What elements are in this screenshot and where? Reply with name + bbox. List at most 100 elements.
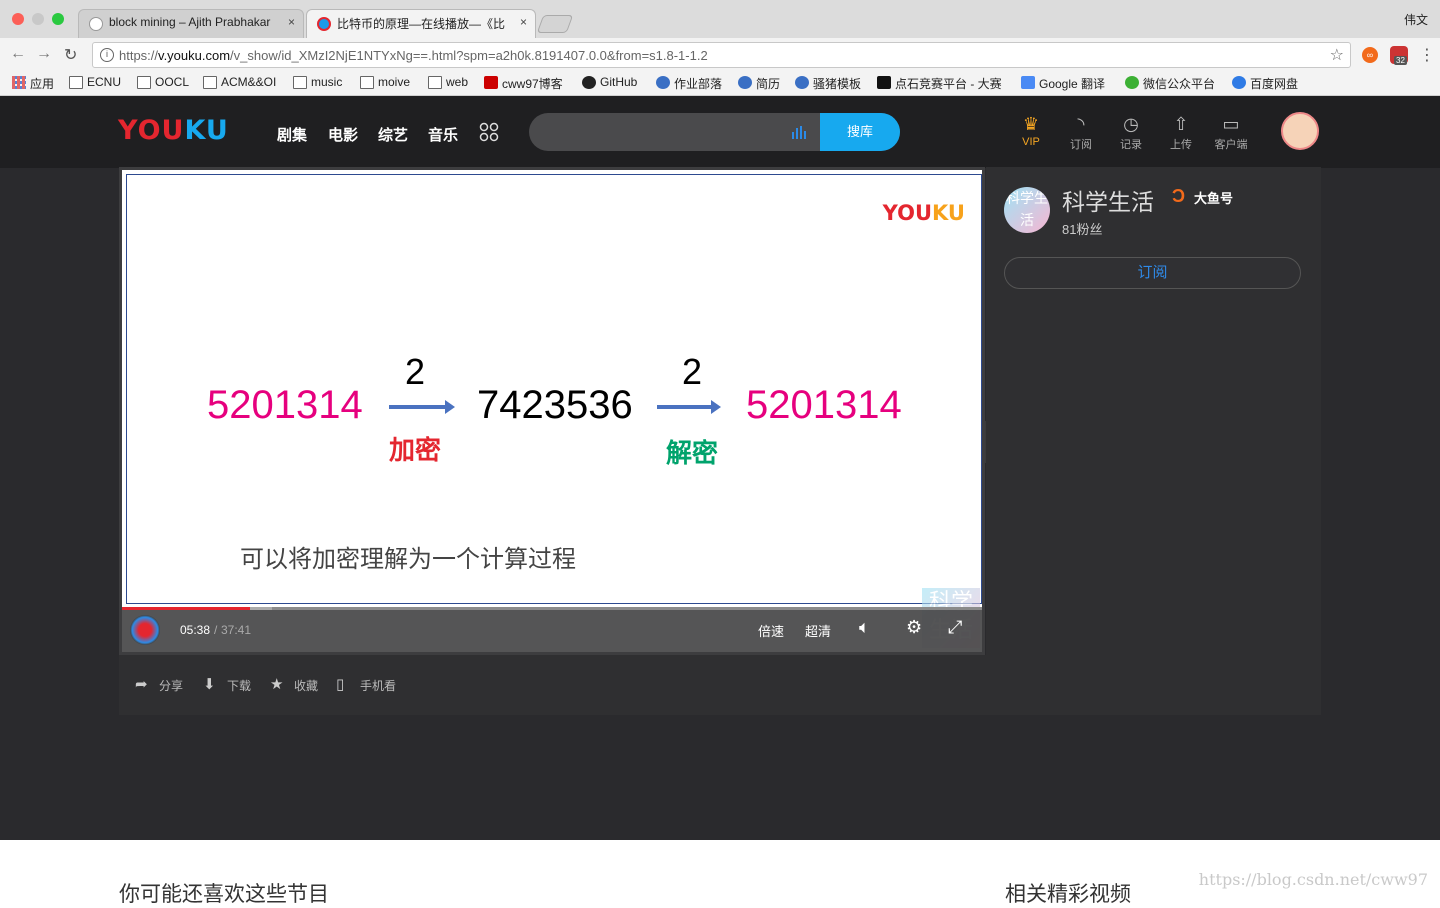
logo-part: YOU: [118, 115, 185, 146]
bookmark-label: cww97博客: [502, 77, 563, 91]
forward-arrow-icon[interactable]: →: [36, 45, 52, 63]
tool-label: 客户端: [1214, 139, 1248, 151]
nav-item-music[interactable]: 音乐: [428, 124, 458, 145]
nav-item-variety[interactable]: 综艺: [378, 124, 408, 145]
address-bar[interactable]: i https://v.youku.com/v_show/id_XMzI2NjE…: [92, 42, 1351, 68]
ciphertext-number: 7423536: [477, 383, 633, 427]
decrypted-number: 5201314: [746, 383, 902, 427]
play-pause-icon[interactable]: [130, 615, 160, 645]
favorite-button[interactable]: ★ 收藏: [270, 676, 318, 694]
bookmark-link[interactable]: 简历: [738, 75, 780, 92]
bookmark-folder[interactable]: moive: [360, 75, 410, 89]
window-close-button[interactable]: [12, 13, 24, 25]
subscribe-nav-button[interactable]: ◝ 订阅: [1061, 112, 1101, 152]
encrypt-label: 加密: [389, 435, 442, 465]
watch-on-phone-button[interactable]: ▯ 手机看: [336, 676, 397, 694]
reload-icon[interactable]: ↻: [64, 45, 77, 65]
volume-icon[interactable]: 🔈︎: [859, 617, 870, 638]
bookmark-label: OOCL: [155, 75, 190, 89]
share-button[interactable]: ➦ 分享: [135, 676, 183, 694]
bookmark-label: 应用: [30, 77, 55, 91]
action-label: 手机看: [360, 679, 397, 693]
window-zoom-button[interactable]: [52, 13, 64, 25]
browser-tab[interactable]: block mining – Ajith Prabhakar ×: [78, 9, 304, 38]
subscribe-button[interactable]: 订阅: [1004, 257, 1301, 289]
folder-icon: [293, 76, 307, 89]
decrypt-arrow-icon: [657, 400, 721, 414]
youku-page: YOUKU 剧集 电影 综艺 音乐 搜库 ♛ VIP ◝ 订阅 ◷ 记录 ⇧ 上传 ▭ 客…: [0, 96, 1440, 840]
bookmark-link[interactable]: 微信公众平台: [1125, 75, 1215, 92]
youku-logo[interactable]: YOUKU: [118, 115, 229, 146]
bookmark-star-icon[interactable]: ☆: [1330, 45, 1344, 65]
menu-dots-icon[interactable]: ⋮: [1419, 45, 1435, 65]
bookmark-label: 骚猪模板: [813, 77, 862, 91]
bookmark-apps[interactable]: 应用: [12, 75, 54, 92]
more-categories-icon[interactable]: [479, 122, 499, 142]
client-button[interactable]: ▭ 客户端: [1211, 112, 1251, 152]
page-favicon-icon: [89, 17, 103, 31]
fan-count: 81粉丝: [1062, 222, 1103, 237]
tab-close-icon[interactable]: ×: [520, 15, 527, 29]
nav-item-movie[interactable]: 电影: [328, 124, 358, 145]
bookmark-link[interactable]: 百度网盘: [1232, 75, 1298, 92]
encrypt-key: 2: [405, 351, 426, 392]
channel-sidebar: 科学生活 科学生活 Ɔ 大鱼号 81粉丝 订阅: [986, 167, 1321, 715]
video-player[interactable]: YOUKU 5201314 2 加密 7423536 2 解密 5201314 …: [119, 167, 985, 655]
back-arrow-icon[interactable]: ←: [10, 45, 26, 63]
new-tab-button[interactable]: [536, 15, 574, 33]
quality-button[interactable]: 超清: [805, 621, 831, 640]
bookmark-label: music: [311, 75, 343, 89]
plaintext-number: 5201314: [207, 383, 363, 427]
info-icon[interactable]: i: [100, 48, 114, 62]
bookmark-label: 点石竞赛平台 - 大赛: [895, 77, 1002, 91]
window-minimize-button[interactable]: [32, 13, 44, 25]
settings-gear-icon[interactable]: ⚙: [906, 617, 922, 638]
upload-icon: ⇧: [1173, 114, 1189, 134]
bookmark-link[interactable]: 点石竞赛平台 - 大赛: [877, 75, 1002, 92]
bookmark-label: Google 翻译: [1039, 77, 1106, 91]
google-translate-icon: [1021, 76, 1035, 89]
channel-name[interactable]: 科学生活: [1062, 183, 1154, 217]
bookmark-folder[interactable]: ECNU: [69, 75, 121, 89]
bookmark-link[interactable]: GitHub: [582, 75, 637, 89]
youku-header: YOUKU 剧集 电影 综艺 音乐 搜库 ♛ VIP ◝ 订阅 ◷ 记录 ⇧ 上传 ▭ 客…: [0, 96, 1440, 168]
tool-label: VIP: [1022, 136, 1040, 148]
tab-close-icon[interactable]: ×: [288, 15, 295, 29]
profile-name[interactable]: 伟文: [1404, 11, 1428, 28]
bookmark-folder[interactable]: OOCL: [137, 75, 189, 89]
blog-watermark: https://blog.csdn.net/cww97: [1198, 870, 1428, 889]
bookmark-link[interactable]: Google 翻译: [1021, 75, 1105, 92]
url-domain: v.youku.com: [158, 48, 231, 63]
bookmark-label: ECNU: [87, 75, 122, 89]
fullscreen-icon[interactable]: ⤢: [948, 617, 962, 638]
player-controls: 05:38 / 37:41 倍速 超清 🔈︎ ⚙ ⤢: [122, 607, 982, 652]
progress-bar[interactable]: [122, 607, 982, 610]
sound-search-icon[interactable]: [791, 124, 807, 140]
browser-tab-active[interactable]: 比特币的原理—在线播放—《比 ×: [306, 9, 536, 38]
bookmark-link[interactable]: 骚猪模板: [795, 75, 861, 92]
time-separator: /: [214, 623, 218, 637]
bookmark-label: ACM&&OI: [221, 75, 277, 89]
history-button[interactable]: ◷ 记录: [1111, 112, 1151, 152]
search-box[interactable]: 搜库: [529, 113, 900, 151]
logo-part: KU: [932, 201, 965, 225]
url-path: /v_show/id_XMzI2NjE1NTYxNg==.html?spm=a2…: [230, 48, 708, 63]
recommend-title: 你可能还喜欢这些节目: [119, 883, 329, 906]
browser-tab-bar: block mining – Ajith Prabhakar × 比特币的原理—…: [0, 0, 1440, 38]
channel-avatar[interactable]: 科学生活: [1004, 187, 1050, 233]
download-button[interactable]: ⬇ 下载: [203, 676, 251, 694]
upload-button[interactable]: ⇧ 上传: [1161, 112, 1201, 152]
bookmark-folder[interactable]: web: [428, 75, 468, 89]
bookmark-link[interactable]: 作业部落: [656, 75, 722, 92]
vip-button[interactable]: ♛ VIP: [1011, 112, 1051, 148]
nav-item-drama[interactable]: 剧集: [277, 124, 307, 145]
bookmark-folder[interactable]: music: [293, 75, 342, 89]
search-button[interactable]: 搜库: [820, 113, 900, 151]
bookmark-folder[interactable]: ACM&&OI: [203, 75, 276, 89]
bookmark-link[interactable]: cww97博客: [484, 75, 563, 92]
extension-icon[interactable]: ∞: [1362, 47, 1378, 63]
speed-button[interactable]: 倍速: [758, 621, 784, 640]
bookmark-label: moive: [378, 75, 411, 89]
bookmark-label: GitHub: [600, 75, 638, 89]
user-avatar[interactable]: [1281, 112, 1319, 150]
